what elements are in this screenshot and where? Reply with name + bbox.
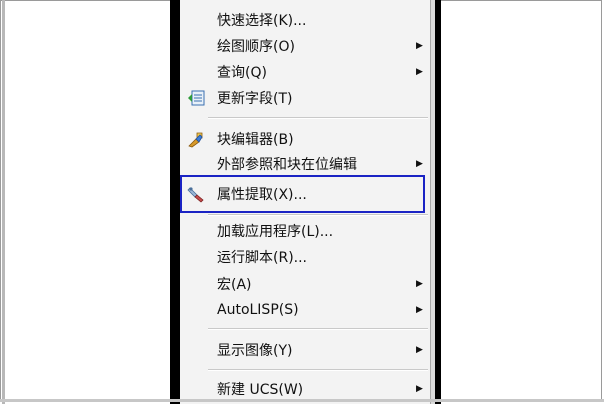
menu-item-quick-select[interactable]: 快速选择(K)...: [180, 9, 430, 31]
menu-item-run-script[interactable]: 运行脚本(R)...: [180, 246, 430, 268]
submenu-arrow-icon: ▶: [416, 384, 423, 394]
menu-separator: [208, 117, 428, 119]
submenu-arrow-icon: ▶: [416, 41, 423, 51]
menu-right-rail: [430, 0, 435, 404]
menu-item-draw-order[interactable]: 绘图顺序(O) ▶: [180, 35, 430, 57]
menu-item-label: 快速选择(K)...: [217, 13, 307, 29]
menu-item-label: 属性提取(X)...: [217, 187, 307, 203]
menu-item-xref-inplace-edit[interactable]: 外部参照和块在位编辑 ▶: [180, 153, 430, 175]
menu-item-label: 更新字段(T): [217, 91, 293, 107]
menu-item-new-ucs[interactable]: 新建 UCS(W) ▶: [180, 378, 430, 400]
submenu-arrow-icon: ▶: [416, 305, 423, 315]
submenu-arrow-icon: ▶: [416, 67, 423, 77]
menu-item-inquiry[interactable]: 查询(Q) ▶: [180, 61, 430, 83]
left-border: [2, 0, 5, 404]
menu-item-label: 新建 UCS(W): [217, 382, 304, 398]
menu-item-block-editor[interactable]: 块编辑器(B): [180, 128, 430, 150]
bottom-border: [0, 399, 604, 402]
menu-item-label: 加载应用程序(L)...: [217, 224, 334, 240]
menu-item-autolisp[interactable]: AutoLISP(S) ▶: [180, 299, 430, 321]
menu-separator: [208, 369, 428, 371]
submenu-arrow-icon: ▶: [416, 345, 423, 355]
submenu-arrow-icon: ▶: [416, 159, 423, 169]
menu-item-label: 绘图顺序(O): [217, 39, 295, 55]
menu-item-load-application[interactable]: 加载应用程序(L)...: [180, 220, 430, 242]
menu-item-label: 块编辑器(B): [217, 132, 294, 148]
menu-item-label: 宏(A): [217, 277, 252, 293]
menu-item-display-image[interactable]: 显示图像(Y) ▶: [180, 339, 430, 361]
menu-separator: [208, 214, 428, 216]
menu-item-attribute-extract[interactable]: 属性提取(X)...: [180, 183, 430, 205]
menu-separator: [208, 328, 428, 330]
attribute-extract-icon: [187, 187, 204, 203]
block-editor-icon: [188, 132, 203, 148]
menu-item-label: AutoLISP(S): [217, 302, 299, 318]
menu-item-update-fields[interactable]: 更新字段(T): [180, 87, 430, 109]
left-dark-border: [170, 0, 180, 404]
submenu-arrow-icon: ▶: [416, 279, 423, 289]
menu-item-label: 显示图像(Y): [217, 343, 293, 359]
update-fields-icon: [188, 90, 205, 106]
right-dark-border: [435, 0, 441, 404]
menu-item-label: 运行脚本(R)...: [217, 250, 308, 266]
menu-item-label: 外部参照和块在位编辑: [217, 157, 357, 173]
menu-item-macro[interactable]: 宏(A) ▶: [180, 273, 430, 295]
menu-item-label: 查询(Q): [217, 65, 267, 81]
